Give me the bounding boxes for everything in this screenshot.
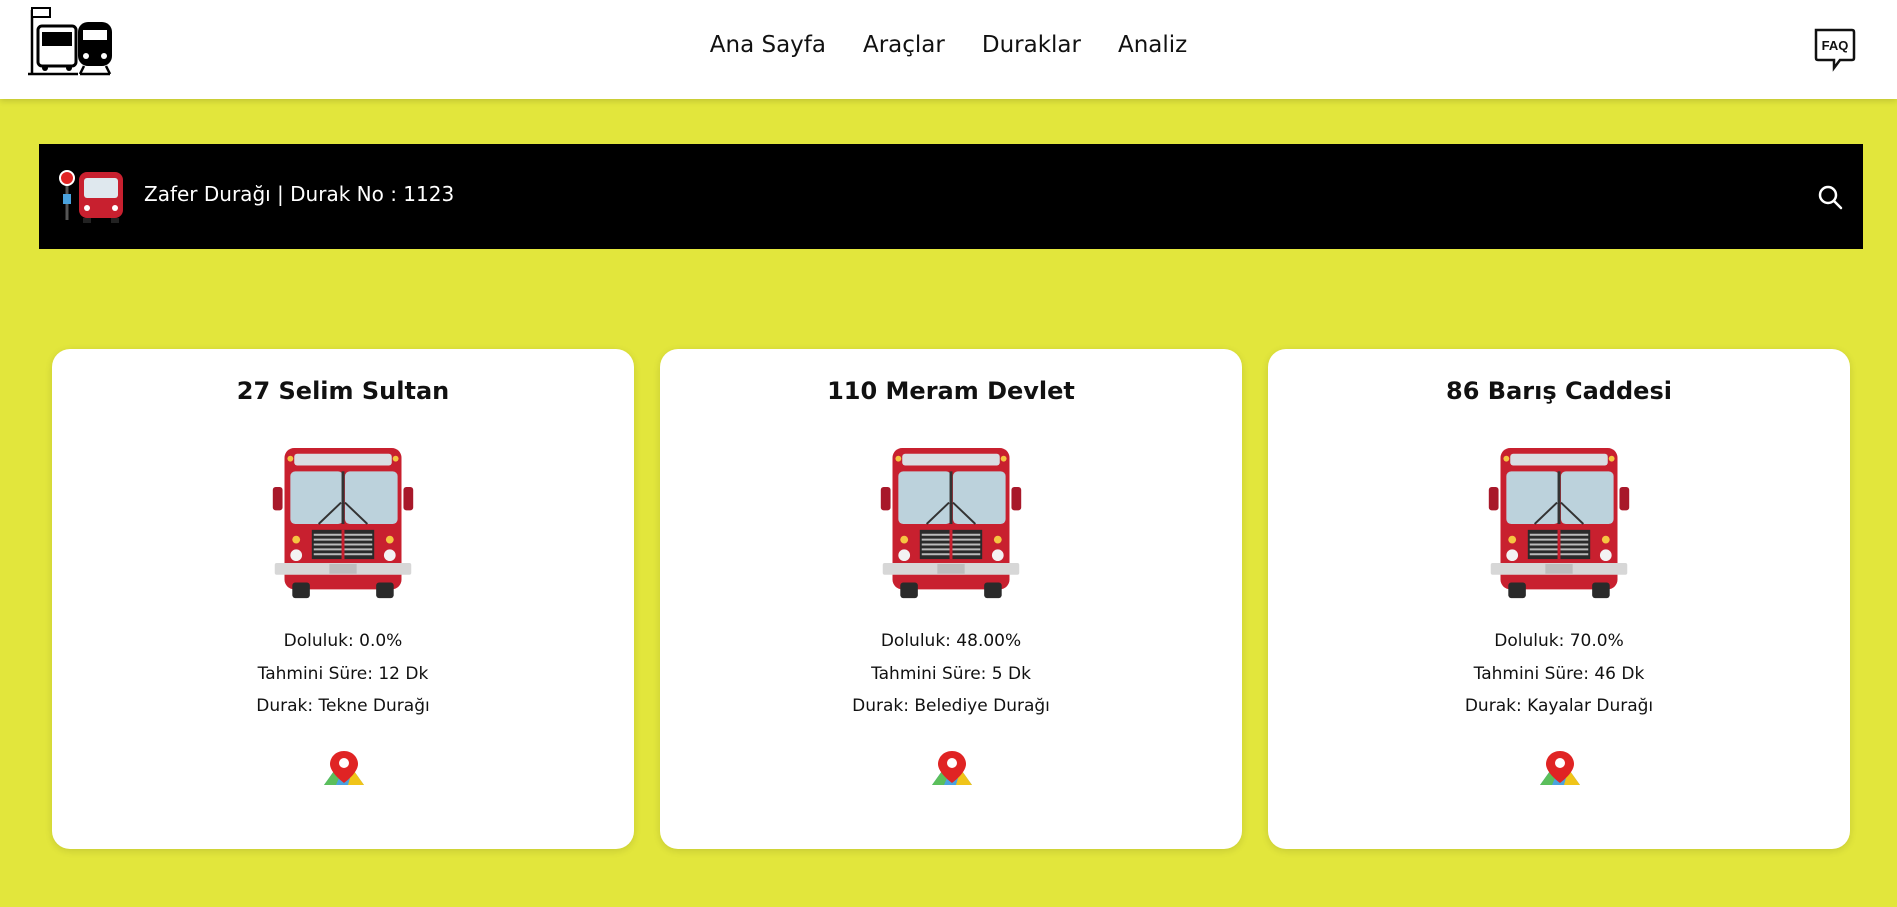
bus-line-title: 110 Meram Devlet xyxy=(827,377,1075,405)
top-navbar: Ana Sayfa Araçlar Duraklar Analiz FAQ xyxy=(0,0,1897,99)
bus-icon xyxy=(1487,446,1631,600)
bus-icon xyxy=(879,446,1023,600)
main-nav: Ana Sayfa Araçlar Duraklar Analiz xyxy=(0,32,1897,58)
bus-card: 86 Barış Caddesi Doluluk: 70.0% Tahmini … xyxy=(1268,349,1850,849)
eta-text: Tahmini Süre: 5 Dk xyxy=(871,664,1031,684)
occupancy-text: Doluluk: 0.0% xyxy=(283,631,403,651)
nav-ana-sayfa[interactable]: Ana Sayfa xyxy=(710,32,826,58)
occupancy-text: Doluluk: 48.00% xyxy=(880,631,1022,651)
bus-icon xyxy=(271,446,415,600)
map-pin-icon[interactable] xyxy=(928,749,976,789)
search-icon[interactable] xyxy=(1817,184,1843,210)
faq-label: FAQ xyxy=(1822,38,1849,53)
bus-card: 27 Selim Sultan Doluluk: 0.0% Tahmini Sü… xyxy=(52,349,634,849)
occupancy-text: Doluluk: 70.0% xyxy=(1494,631,1624,651)
stop-info-bar: Zafer Durağı | Durak No : 1123 xyxy=(39,144,1863,249)
stop-text: Durak: Belediye Durağı xyxy=(852,696,1050,716)
bus-stop-icon xyxy=(59,170,123,223)
map-pin-icon[interactable] xyxy=(1536,749,1584,789)
nav-analiz[interactable]: Analiz xyxy=(1118,32,1187,58)
faq-speech-bubble-icon[interactable]: FAQ xyxy=(1812,26,1856,72)
bus-line-title: 27 Selim Sultan xyxy=(236,377,450,405)
eta-text: Tahmini Süre: 46 Dk xyxy=(1473,664,1645,684)
stop-text: Durak: Tekne Durağı xyxy=(256,696,430,716)
bus-line-title: 86 Barış Caddesi xyxy=(1446,377,1672,405)
eta-text: Tahmini Süre: 12 Dk xyxy=(257,664,429,684)
stop-text: Durak: Kayalar Durağı xyxy=(1464,696,1654,716)
bus-card: 110 Meram Devlet Doluluk: 48.00% Tahmini… xyxy=(660,349,1242,849)
stop-title: Zafer Durağı | Durak No : 1123 xyxy=(144,182,455,206)
nav-duraklar[interactable]: Duraklar xyxy=(982,32,1081,58)
map-pin-icon[interactable] xyxy=(320,749,368,789)
nav-araclar[interactable]: Araçlar xyxy=(863,32,945,58)
